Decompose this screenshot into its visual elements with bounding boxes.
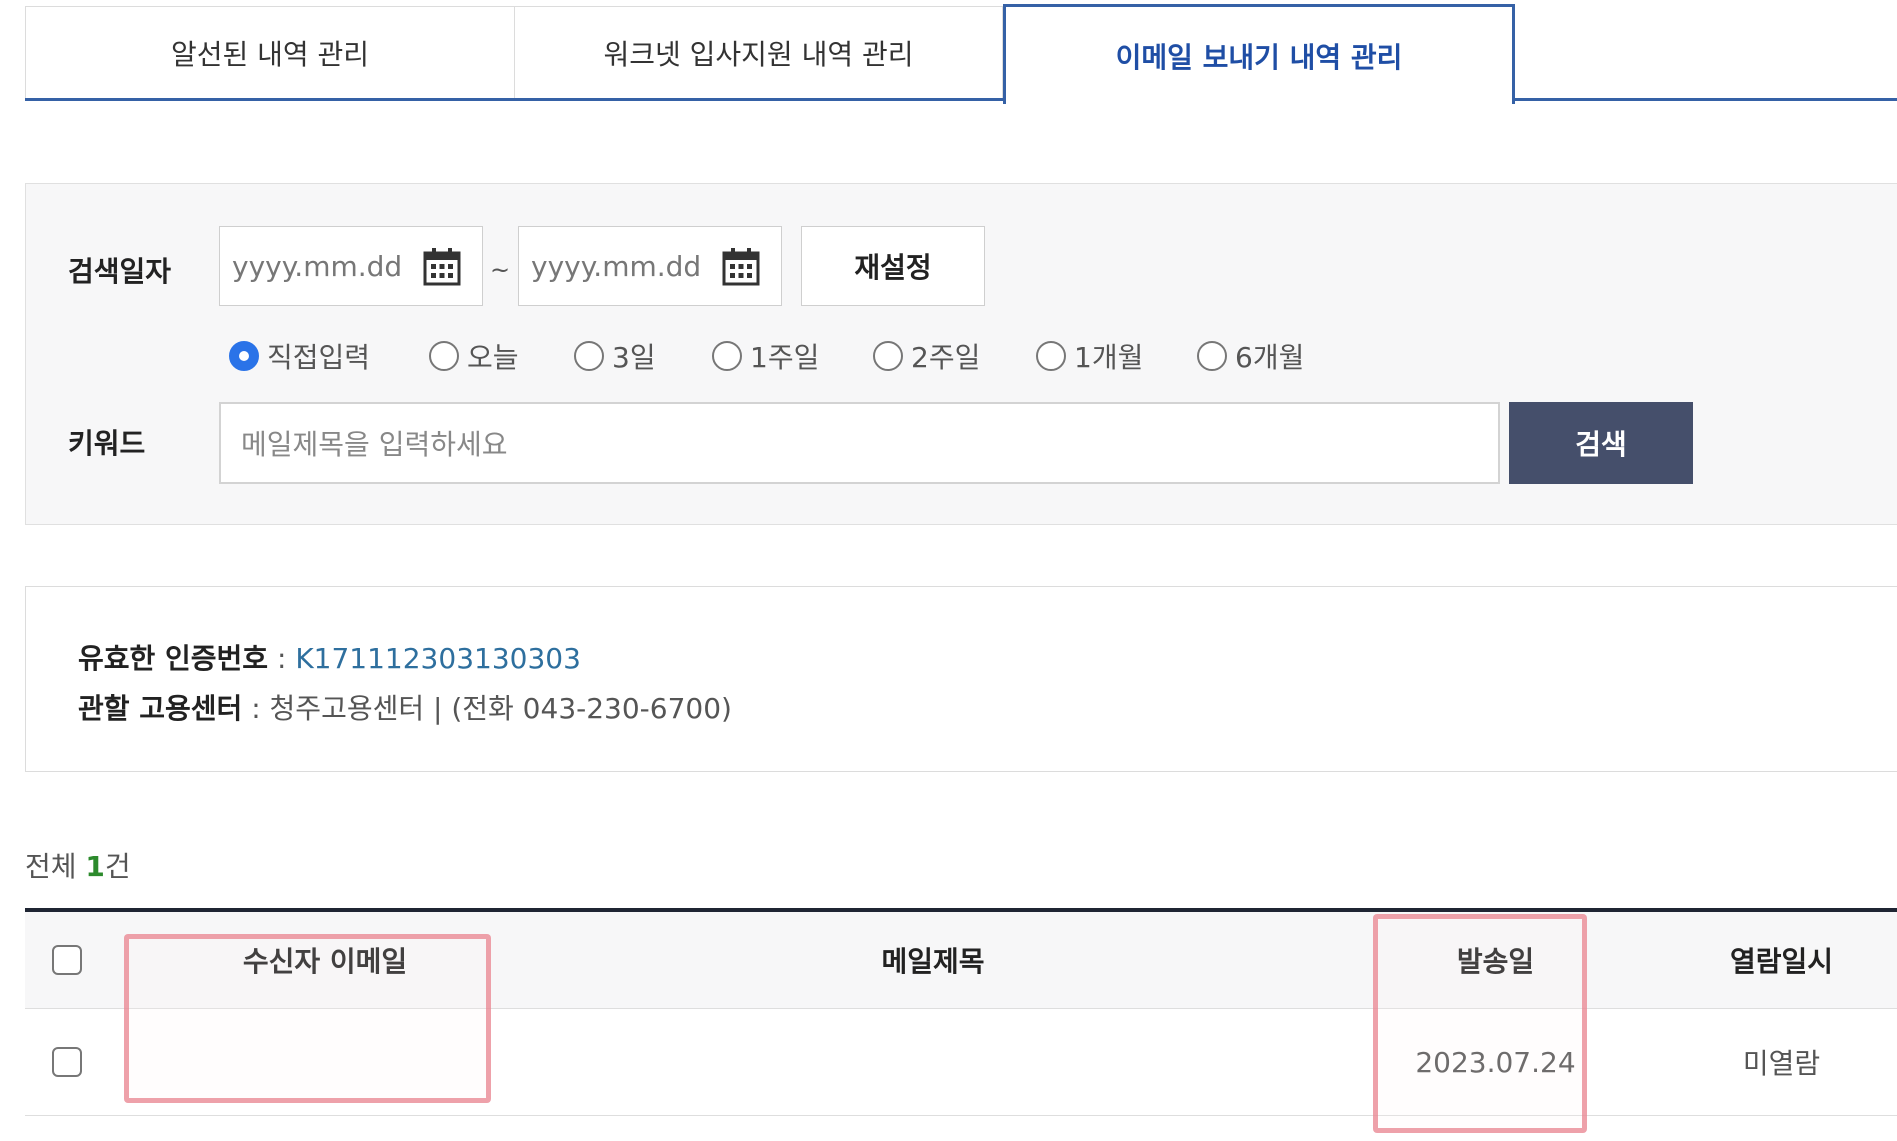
header-mail-subject: 메일제목	[881, 945, 985, 978]
date-label: 검색일자	[68, 255, 172, 288]
period-radio-1month[interactable]: 1개월	[1036, 336, 1143, 376]
period-radio-direct[interactable]: 직접입력	[229, 336, 370, 376]
row-select-cell	[25, 1009, 109, 1115]
total-count: 전체 1건	[25, 850, 131, 883]
radio-empty-icon	[712, 341, 742, 371]
tab-bar: 알선된 내역 관리 워크넷 입사지원 내역 관리 이메일 보내기 내역 관리	[25, 4, 1897, 104]
cert-number-label: 유효한 인증번호	[78, 642, 269, 675]
email-history-page: 알선된 내역 관리 워크넷 입사지원 내역 관리 이메일 보내기 내역 관리 검…	[0, 0, 1897, 1141]
end-date-placeholder: yyyy.mm.dd	[531, 249, 702, 283]
radio-selected-icon	[229, 341, 259, 371]
period-radio-today[interactable]: 오늘	[429, 336, 519, 376]
highlight-sent-date	[1373, 914, 1587, 1133]
cert-separator: :	[268, 642, 296, 675]
keyword-placeholder: 메일제목을 입력하세요	[241, 428, 508, 461]
date-range-separator: ~	[490, 256, 511, 284]
search-button[interactable]: 검색	[1509, 402, 1693, 484]
employment-center-value: 청주고용센터 | (전화 043-230-6700)	[269, 692, 732, 725]
keyword-input[interactable]: 메일제목을 입력하세요	[219, 402, 1500, 484]
period-radio-2weeks[interactable]: 2주일	[873, 336, 980, 376]
start-date-placeholder: yyyy.mm.dd	[232, 249, 403, 283]
calendar-icon[interactable]	[422, 247, 462, 287]
keyword-label: 키워드	[68, 427, 146, 460]
search-panel: 검색일자 yyyy.mm.dd ~ yyyy.mm.dd 재설정 직접입력 오늘…	[25, 183, 1897, 525]
header-read-time: 열람일시	[1729, 945, 1834, 978]
select-all-checkbox[interactable]	[52, 945, 82, 975]
period-radio-6months[interactable]: 6개월	[1197, 336, 1304, 376]
certification-info-panel: 유효한 인증번호 : K171112303130303 관할 고용센터 : 청주…	[25, 586, 1897, 772]
row-checkbox[interactable]	[52, 1047, 82, 1077]
period-radio-3days[interactable]: 3일	[574, 336, 656, 376]
tab-referral-history[interactable]: 알선된 내역 관리	[25, 6, 515, 98]
employment-center-line: 관할 고용센터 : 청주고용센터 | (전화 043-230-6700)	[78, 687, 732, 727]
tab-baseline	[25, 98, 1897, 101]
employment-center-label: 관할 고용센터	[78, 692, 243, 725]
cert-number-line: 유효한 인증번호 : K171112303130303	[78, 637, 581, 677]
period-radio-1week[interactable]: 1주일	[712, 336, 819, 376]
calendar-icon[interactable]	[721, 247, 761, 287]
radio-empty-icon	[429, 341, 459, 371]
start-date-input[interactable]: yyyy.mm.dd	[219, 226, 483, 306]
radio-empty-icon	[873, 341, 903, 371]
row-mail-subject[interactable]	[541, 1009, 1325, 1115]
radio-empty-icon	[1197, 341, 1227, 371]
total-count-number: 1	[85, 850, 105, 883]
tab-worknet-application-history[interactable]: 워크넷 입사지원 내역 관리	[515, 6, 1003, 98]
select-all-cell	[25, 912, 109, 1008]
cert-number-value: K171112303130303	[295, 642, 581, 675]
end-date-input[interactable]: yyyy.mm.dd	[518, 226, 782, 306]
radio-empty-icon	[574, 341, 604, 371]
highlight-recipient-email	[124, 934, 491, 1103]
tab-email-history[interactable]: 이메일 보내기 내역 관리	[1003, 4, 1515, 104]
radio-empty-icon	[1036, 341, 1066, 371]
row-read-status: 미열람	[1742, 1047, 1821, 1080]
center-separator: :	[242, 692, 270, 725]
reset-button[interactable]: 재설정	[801, 226, 985, 306]
